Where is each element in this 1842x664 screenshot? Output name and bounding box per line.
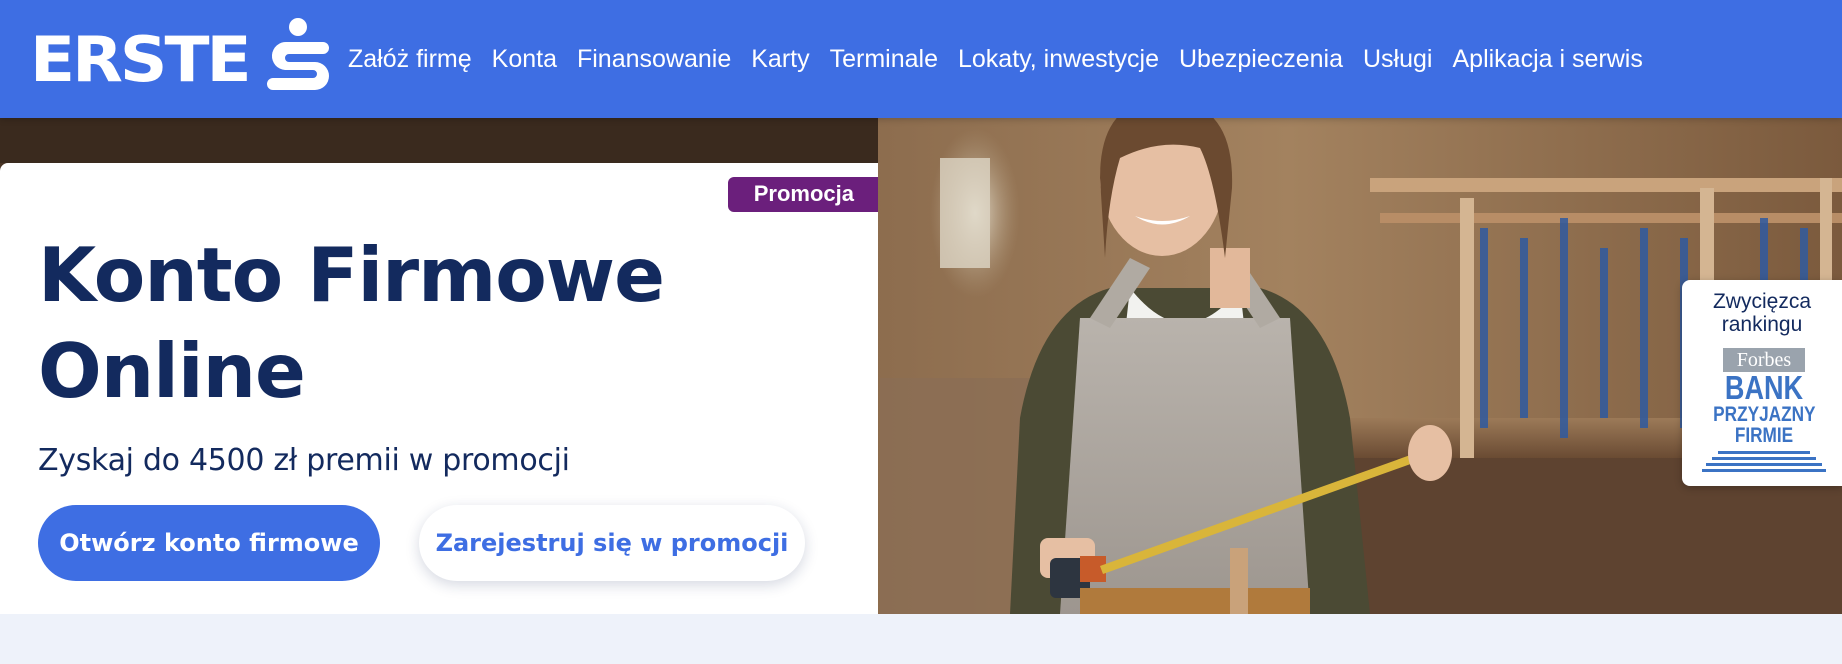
hero-content-card: Promocja Konto Firmowe Online Zyskaj do … (0, 163, 878, 614)
open-business-account-button[interactable]: Otwórz konto firmowe (38, 505, 380, 581)
nav-item-terminale[interactable]: Terminale (830, 45, 938, 74)
main-menu: Załóż firmę Konta Finansowanie Karty Ter… (348, 0, 1663, 118)
forbes-badge-line-2: PRZYJAZNY (1713, 403, 1816, 426)
hero-banner: Promocja Konto Firmowe Online Zyskaj do … (0, 118, 1842, 614)
erste-symbol-icon (266, 18, 329, 90)
logo-wordmark: ERSTE (30, 22, 252, 97)
podium-stripes-icon (1702, 451, 1826, 472)
award-caption-line-1: Zwycięzca (1712, 290, 1812, 313)
award-caption-line-2: rankingu (1721, 313, 1803, 336)
hero-subtitle: Zyskaj do 4500 zł premii w promocji (38, 443, 570, 478)
forbes-badge-line-3: FIRMIE (1734, 424, 1794, 447)
erste-logo[interactable]: ERSTE (30, 18, 329, 100)
nav-item-konta[interactable]: Konta (492, 45, 557, 74)
nav-item-zaloz-firme[interactable]: Załóż firmę (348, 45, 472, 74)
award-caption: Zwycięzca rankingu (1682, 290, 1842, 336)
register-in-promotion-button[interactable]: Zarejestruj się w promocji (419, 505, 805, 581)
nav-item-aplikacja-i-serwis[interactable]: Aplikacja i serwis (1452, 45, 1642, 74)
nav-item-uslugi[interactable]: Usługi (1363, 45, 1432, 74)
nav-item-karty[interactable]: Karty (751, 45, 809, 74)
hero-title-line-2: Online (38, 327, 306, 415)
forbes-bank-przyjazny-firmie-logo: Forbes BANK PRZYJAZNY FIRMIE (1702, 348, 1826, 472)
page-content-area (0, 614, 1842, 664)
promo-badge: Promocja (727, 177, 878, 212)
nav-item-lokaty-inwestycje[interactable]: Lokaty, inwestycje (958, 45, 1159, 74)
hero-title: Konto Firmowe Online (38, 227, 738, 419)
hero-title-line-1: Konto Firmowe (38, 231, 665, 319)
nav-item-finansowanie[interactable]: Finansowanie (577, 45, 731, 74)
forbes-badge-line-1: BANK (1724, 369, 1804, 406)
forbes-award-badge: Zwycięzca rankingu Forbes BANK PRZYJAZNY… (1682, 280, 1842, 486)
top-navigation-bar: ERSTE Załóż firmę Konta Finansowanie Kar… (0, 0, 1842, 118)
nav-item-ubezpieczenia[interactable]: Ubezpieczenia (1179, 45, 1343, 74)
